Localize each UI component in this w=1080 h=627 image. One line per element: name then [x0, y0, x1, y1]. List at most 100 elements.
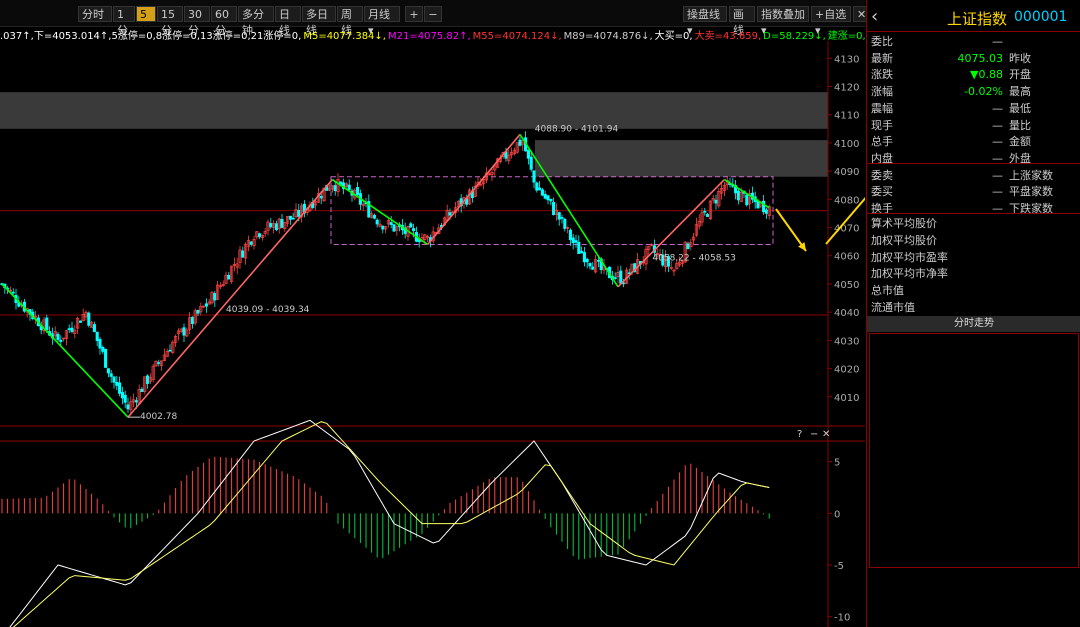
- candle-body: [538, 187, 542, 191]
- quote-label-right: 下跌家数: [1009, 202, 1053, 215]
- toolbar-right-button[interactable]: ✕: [853, 6, 867, 22]
- candle-body: [356, 187, 360, 196]
- quote-label-right: 最高: [1009, 85, 1031, 99]
- macd-dea-line: [12, 421, 770, 627]
- intraday-title: 分时走势: [954, 318, 994, 329]
- macd-tick-label: 0: [834, 509, 840, 520]
- candle-body: [409, 223, 413, 228]
- toolbar-right-button[interactable]: +自选 ▾: [811, 6, 851, 37]
- quote-label: 震幅: [871, 101, 893, 115]
- candle-body: [596, 260, 600, 262]
- candle-body: [146, 375, 150, 384]
- candle-body: [552, 202, 556, 216]
- price-tick-label: 4080: [834, 195, 859, 206]
- candle-body: [389, 222, 393, 225]
- indicator-value: M5=4077.384↓,: [303, 31, 386, 41]
- indicator-value: 大卖=43.659,: [694, 31, 762, 41]
- candle-body: [412, 228, 416, 232]
- candle-body: [95, 331, 99, 342]
- quote-value: —: [992, 185, 1003, 199]
- stat-label: 流通市值: [871, 301, 915, 314]
- period-button[interactable]: 60分: [211, 6, 237, 37]
- candle-body: [560, 217, 564, 219]
- candle-body: [571, 237, 575, 244]
- macd-tick-label: -5: [834, 561, 844, 572]
- candle-body: [745, 194, 749, 206]
- quote-label-right: 外盘: [1009, 151, 1031, 165]
- candle-body: [580, 250, 584, 254]
- period-button[interactable]: 月线 ▾: [364, 6, 400, 37]
- quote-value: —: [992, 118, 1003, 132]
- resistance-band: [0, 92, 828, 129]
- quote-label-right: 最低: [1009, 101, 1031, 115]
- candle-body: [448, 212, 452, 216]
- candle-body: [549, 198, 553, 202]
- zigzag-segment: [331, 178, 429, 246]
- period-button[interactable]: 日线: [275, 6, 301, 37]
- candle-body: [67, 328, 71, 331]
- period-button[interactable]: 周线: [337, 6, 363, 37]
- resistance-band: [535, 140, 828, 177]
- quote-label-right: 平盘家数: [1009, 185, 1053, 199]
- candle-body: [120, 391, 124, 399]
- candle-body: [532, 170, 536, 183]
- candle-body: [372, 214, 376, 219]
- zoom-out-button[interactable]: −: [424, 6, 442, 22]
- quote-label: 换手: [871, 202, 893, 215]
- candle-body: [157, 362, 161, 364]
- candle-body: [274, 223, 278, 231]
- quote-label-right: 量比: [1009, 118, 1031, 132]
- period-button[interactable]: 多分钟: [238, 6, 274, 37]
- toolbar-right-button[interactable]: 指数叠加 ▾: [757, 6, 809, 37]
- toolbar-right-button[interactable]: 操盘线 ▾: [683, 6, 727, 37]
- period-button[interactable]: 30分: [184, 6, 210, 37]
- intraday-chart[interactable]: [869, 333, 1079, 568]
- candle-body: [98, 338, 102, 349]
- candle-body: [288, 215, 292, 220]
- candle-body: [249, 241, 253, 245]
- candle-body: [703, 210, 707, 213]
- candle-body: [526, 149, 530, 159]
- candle-body: [87, 312, 91, 326]
- period-button[interactable]: 15分: [157, 6, 183, 37]
- candle-body: [347, 184, 351, 190]
- period-button[interactable]: 1分: [113, 6, 135, 37]
- back-icon[interactable]: ‹: [871, 6, 878, 27]
- period-button[interactable]: 5分: [136, 6, 156, 37]
- stat-label: 算术平均股价: [871, 217, 937, 230]
- candle-body: [582, 252, 586, 263]
- candle-body: [241, 250, 245, 258]
- zigzag-segment: [617, 179, 725, 288]
- quote-label: 内盘: [871, 151, 893, 165]
- macd-header-close[interactable]: ✕: [822, 429, 830, 440]
- candle-body: [585, 258, 589, 263]
- candle-body: [45, 317, 49, 331]
- quote-label: 最新: [871, 51, 893, 65]
- candle-body: [204, 303, 208, 307]
- candle-body: [104, 348, 108, 368]
- toolbar-right-button[interactable]: 画线: [729, 6, 755, 37]
- candle-body: [529, 156, 533, 170]
- period-button[interactable]: 多日线: [302, 6, 336, 37]
- candle-body: [123, 394, 127, 403]
- candle-body: [591, 266, 595, 270]
- candle-body: [101, 346, 105, 352]
- panel-header: ‹ 上证指数 000001: [867, 0, 1080, 32]
- zigzag-segment: [127, 179, 334, 418]
- macd-header-q[interactable]: ?: [797, 429, 802, 440]
- zoom-in-button[interactable]: +: [405, 6, 423, 22]
- quote-value: 4075.03: [957, 51, 1004, 65]
- candle-body: [227, 274, 231, 280]
- chart-area[interactable]: 4010402040304040405040604070408040904100…: [0, 41, 865, 627]
- quote-label-right: 开盘: [1009, 68, 1031, 82]
- stat-label: 总市值: [871, 284, 904, 298]
- indicator-value: D=58.229↓,: [763, 31, 826, 41]
- intraday-header[interactable]: 分时走势: [867, 316, 1080, 332]
- candle-body: [78, 320, 82, 323]
- macd-header-min[interactable]: −: [810, 429, 818, 440]
- price-annotation: 4002.78: [140, 412, 177, 422]
- candle-body: [168, 349, 172, 352]
- price-tick-label: 4010: [834, 393, 859, 404]
- stat-label: 加权平均市净率: [871, 267, 948, 281]
- period-button[interactable]: 分时: [78, 6, 112, 22]
